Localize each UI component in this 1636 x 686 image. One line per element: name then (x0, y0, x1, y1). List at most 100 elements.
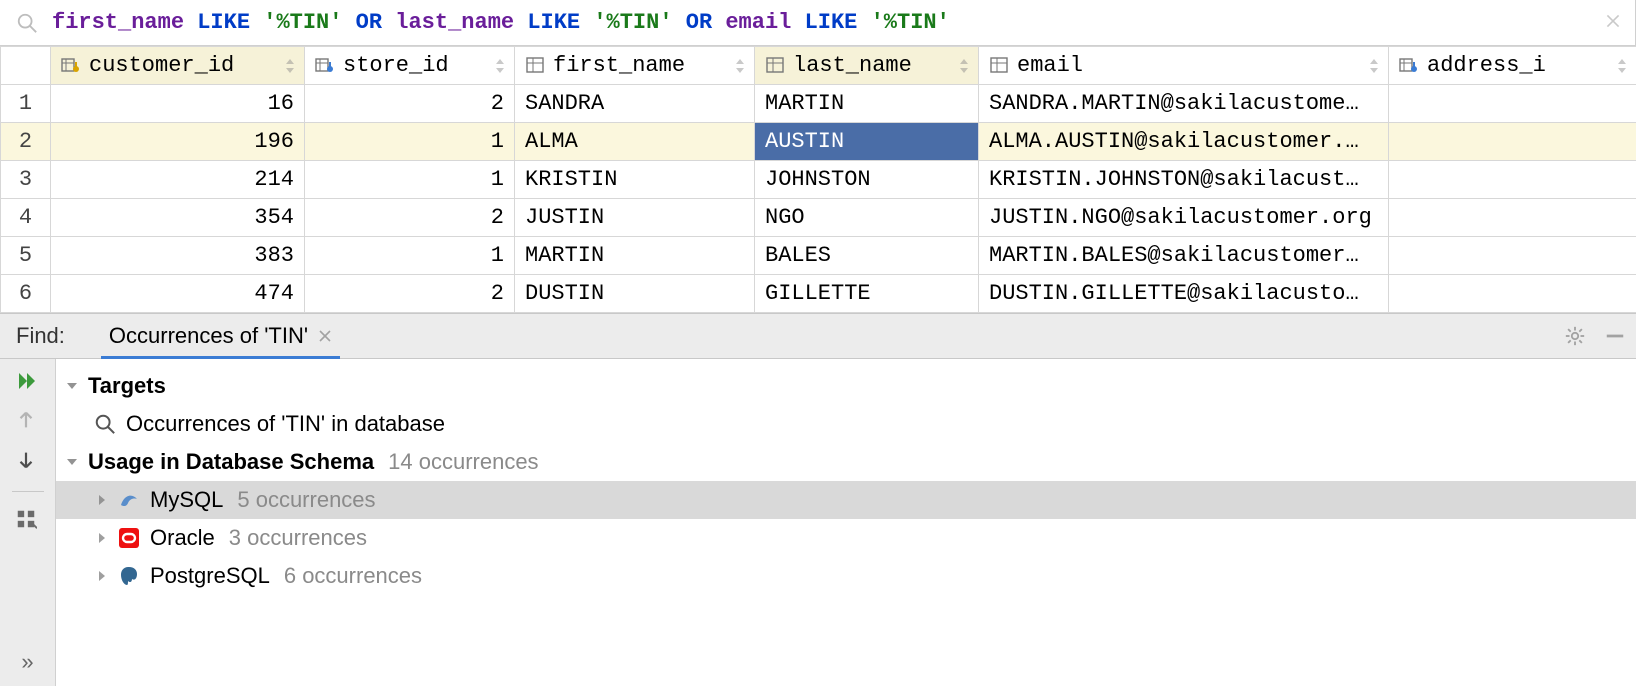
cell-last_name[interactable]: GILLETTE (755, 275, 979, 313)
tree-node-targets[interactable]: Targets (56, 367, 1636, 405)
cell-address_id[interactable] (1389, 275, 1636, 313)
tree-node-db[interactable]: PostgreSQL6 occurrences (56, 557, 1636, 595)
cell-email[interactable]: KRISTIN.JOHNSTON@sakilacust… (979, 161, 1389, 199)
cell-store_id[interactable]: 1 (305, 237, 515, 275)
table-row[interactable]: 64742DUSTINGILLETTEDUSTIN.GILLETTE@sakil… (1, 275, 1636, 313)
group-by-icon[interactable] (15, 508, 41, 534)
column-header-email[interactable]: email (979, 47, 1389, 85)
cell-address_id[interactable] (1389, 199, 1636, 237)
foreign-key-column-icon (315, 55, 335, 75)
cell-first_name[interactable]: SANDRA (515, 85, 755, 123)
close-icon[interactable] (318, 329, 332, 343)
table-row[interactable]: 1162SANDRAMARTINSANDRA.MARTIN@sakilacust… (1, 85, 1636, 123)
cell-address_id[interactable] (1389, 161, 1636, 199)
table-row[interactable]: 43542JUSTINNGOJUSTIN.NGO@sakilacustomer.… (1, 199, 1636, 237)
cell-last_name[interactable]: MARTIN (755, 85, 979, 123)
cell-first_name[interactable]: ALMA (515, 123, 755, 161)
cell-address_id[interactable] (1389, 123, 1636, 161)
cell-email[interactable]: DUSTIN.GILLETTE@sakilacusto… (979, 275, 1389, 313)
column-header-store_id[interactable]: store_id (305, 47, 515, 85)
cell-store_id[interactable]: 1 (305, 123, 515, 161)
tree-count: 3 occurrences (229, 525, 367, 551)
cell-address_id[interactable] (1389, 237, 1636, 275)
cell-store_id[interactable]: 2 (305, 199, 515, 237)
tree-node-targets-sub[interactable]: Occurrences of 'TIN' in database (56, 405, 1636, 443)
find-tab-label: Occurrences of 'TIN' (109, 323, 308, 349)
tree-label: Oracle (150, 525, 215, 551)
table-row[interactable]: 32141KRISTINJOHNSTONKRISTIN.JOHNSTON@sak… (1, 161, 1636, 199)
cell-email[interactable]: JUSTIN.NGO@sakilacustomer.org (979, 199, 1389, 237)
sort-icon[interactable] (1368, 57, 1380, 75)
filter-bar: first_name LIKE '%TIN' OR last_name LIKE… (0, 0, 1636, 46)
column-icon (989, 55, 1009, 75)
chevron-right-icon (94, 492, 110, 508)
filter-expression[interactable]: first_name LIKE '%TIN' OR last_name LIKE… (52, 10, 1605, 35)
cell-address_id[interactable] (1389, 85, 1636, 123)
more-icon[interactable]: » (21, 649, 33, 675)
cell-email[interactable]: SANDRA.MARTIN@sakilacustome… (979, 85, 1389, 123)
column-header-first_name[interactable]: first_name (515, 47, 755, 85)
column-header-label: last_name (793, 53, 912, 78)
cell-last_name[interactable]: AUSTIN (755, 123, 979, 161)
chevron-right-icon (94, 568, 110, 584)
sort-icon[interactable] (284, 57, 296, 75)
find-panel-body: » Targets Occurrences of 'TIN' in databa… (0, 359, 1636, 686)
cell-email[interactable]: MARTIN.BALES@sakilacustomer… (979, 237, 1389, 275)
column-header-customer_id[interactable]: customer_id (51, 47, 305, 85)
postgres-icon (118, 565, 140, 587)
sort-icon[interactable] (494, 57, 506, 75)
column-icon (765, 55, 785, 75)
gear-icon[interactable] (1564, 325, 1586, 347)
tree-label: Occurrences of 'TIN' in database (126, 411, 445, 437)
cell-store_id[interactable]: 1 (305, 161, 515, 199)
tree-node-db[interactable]: Oracle 3 occurrences (56, 519, 1636, 557)
cell-first_name[interactable]: KRISTIN (515, 161, 755, 199)
table-row[interactable]: 21961ALMAAUSTINALMA.AUSTIN@sakilacustome… (1, 123, 1636, 161)
cell-first_name[interactable]: MARTIN (515, 237, 755, 275)
row-number: 1 (1, 85, 51, 123)
mysql-icon (118, 489, 140, 511)
tree-node-db[interactable]: MySQL 5 occurrences (56, 481, 1636, 519)
tree-count: 5 occurrences (237, 487, 375, 513)
cell-last_name[interactable]: JOHNSTON (755, 161, 979, 199)
cell-customer_id[interactable]: 16 (51, 85, 305, 123)
find-label: Find: (16, 323, 65, 349)
row-number: 6 (1, 275, 51, 313)
chevron-down-icon (64, 378, 80, 394)
find-results-tree: Targets Occurrences of 'TIN' in database… (56, 359, 1636, 686)
sort-icon[interactable] (734, 57, 746, 75)
cell-customer_id[interactable]: 474 (51, 275, 305, 313)
cell-store_id[interactable]: 2 (305, 275, 515, 313)
table-row[interactable]: 53831MARTINBALESMARTIN.BALES@sakilacusto… (1, 237, 1636, 275)
cell-customer_id[interactable]: 196 (51, 123, 305, 161)
tree-node-usage[interactable]: Usage in Database Schema 14 occurrences (56, 443, 1636, 481)
arrow-down-icon[interactable] (15, 449, 41, 475)
arrow-up-icon[interactable] (15, 409, 41, 435)
cell-customer_id[interactable]: 383 (51, 237, 305, 275)
column-header-last_name[interactable]: last_name (755, 47, 979, 85)
column-header-label: address_i (1427, 53, 1546, 78)
cell-last_name[interactable]: BALES (755, 237, 979, 275)
close-icon[interactable] (1605, 13, 1625, 33)
row-number: 4 (1, 199, 51, 237)
sort-icon[interactable] (1616, 57, 1628, 75)
tree-count: 6 occurrences (284, 563, 422, 589)
primary-key-column-icon (61, 55, 81, 75)
cell-first_name[interactable]: DUSTIN (515, 275, 755, 313)
cell-customer_id[interactable]: 354 (51, 199, 305, 237)
tree-label: MySQL (150, 487, 223, 513)
cell-first_name[interactable]: JUSTIN (515, 199, 755, 237)
find-tab[interactable]: Occurrences of 'TIN' (101, 314, 340, 358)
cell-store_id[interactable]: 2 (305, 85, 515, 123)
search-icon (16, 12, 38, 34)
cell-customer_id[interactable]: 214 (51, 161, 305, 199)
row-number: 5 (1, 237, 51, 275)
row-number-header (1, 47, 51, 85)
sort-icon[interactable] (958, 57, 970, 75)
rerun-icon[interactable] (15, 369, 41, 395)
column-header-label: store_id (343, 53, 449, 78)
cell-email[interactable]: ALMA.AUSTIN@sakilacustomer.… (979, 123, 1389, 161)
column-header-address_id[interactable]: address_i (1389, 47, 1636, 85)
minimize-icon[interactable] (1604, 325, 1626, 347)
cell-last_name[interactable]: NGO (755, 199, 979, 237)
